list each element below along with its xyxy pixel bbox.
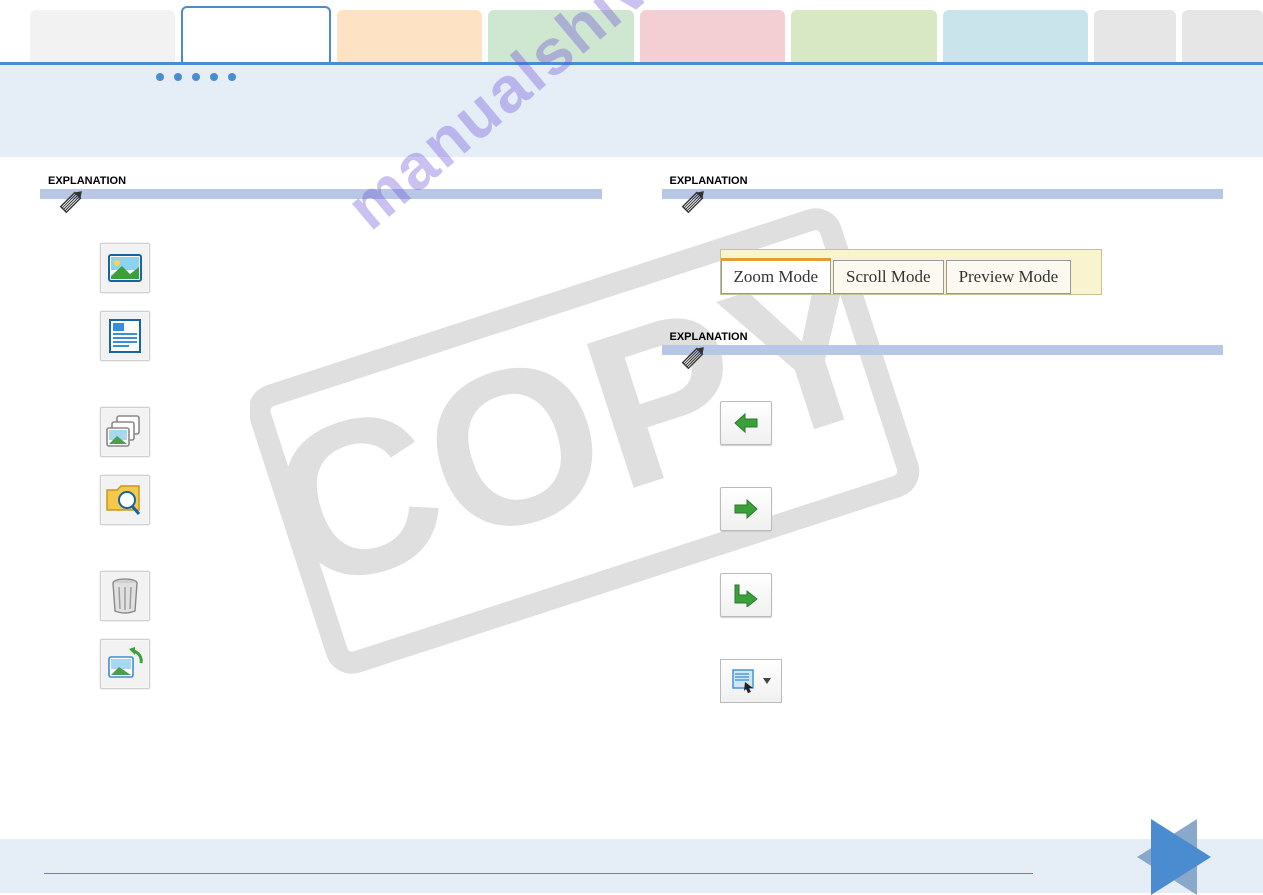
- select-tool-icon: [731, 668, 759, 694]
- tab-1-active[interactable]: [181, 6, 330, 62]
- tab-4[interactable]: [640, 10, 785, 62]
- right-column: EXPLANATION Zoom Mode Scroll Mode Previe…: [662, 175, 1224, 703]
- rotate-image-icon[interactable]: [100, 639, 150, 689]
- forward-button[interactable]: [720, 487, 772, 531]
- toolbar-icons-list: [100, 243, 602, 689]
- page-layout-icon[interactable]: [100, 311, 150, 361]
- mode-preview[interactable]: Preview Mode: [946, 260, 1072, 294]
- arrow-right-icon: [733, 498, 759, 520]
- section-label-right-top: EXPLANATION: [670, 175, 1224, 187]
- tab-8[interactable]: [1182, 10, 1263, 62]
- pencil-icon: [54, 183, 90, 219]
- dot: [228, 73, 236, 81]
- dots-band: [0, 65, 1263, 157]
- arrow-left-icon: [733, 412, 759, 434]
- trash-icon[interactable]: [100, 571, 150, 621]
- mode-zoom[interactable]: Zoom Mode: [721, 258, 832, 294]
- dot: [174, 73, 182, 81]
- dot: [192, 73, 200, 81]
- zoom-folder-icon[interactable]: [100, 475, 150, 525]
- footer-bar: [0, 839, 1263, 893]
- pencil-icon: [676, 339, 712, 375]
- pencil-icon: [676, 183, 712, 219]
- next-page-arrow[interactable]: [1149, 819, 1259, 895]
- tab-2[interactable]: [337, 10, 482, 62]
- dot: [210, 73, 218, 81]
- left-column: EXPLANATION: [40, 175, 602, 703]
- section-label-right-mid: EXPLANATION: [670, 331, 1224, 343]
- mode-scroll[interactable]: Scroll Mode: [833, 260, 944, 294]
- mode-tab-bar: Zoom Mode Scroll Mode Preview Mode: [720, 249, 1102, 295]
- footer-divider: [44, 873, 1033, 874]
- dot: [156, 73, 164, 81]
- page-nav-arrows: [1089, 819, 1259, 895]
- section-bar-right-mid: [662, 345, 1224, 355]
- back-button[interactable]: [720, 401, 772, 445]
- arrow-up-back-icon: [733, 583, 759, 607]
- progress-dots: [156, 73, 1263, 81]
- top-tabs-row: [0, 0, 1263, 62]
- section-label-left: EXPLANATION: [48, 175, 602, 187]
- section-bar-left: [40, 189, 602, 199]
- image-icon[interactable]: [100, 243, 150, 293]
- section-bar-right-top: [662, 189, 1224, 199]
- tab-3[interactable]: [488, 10, 633, 62]
- up-level-button[interactable]: [720, 573, 772, 617]
- tab-5[interactable]: [791, 10, 936, 62]
- tab-7[interactable]: [1094, 10, 1175, 62]
- navigation-buttons: [720, 401, 1224, 703]
- tab-0[interactable]: [30, 10, 175, 62]
- selection-tool-button[interactable]: [720, 659, 782, 703]
- chevron-down-icon: [763, 678, 771, 684]
- slideshow-icon[interactable]: [100, 407, 150, 457]
- tab-6[interactable]: [943, 10, 1088, 62]
